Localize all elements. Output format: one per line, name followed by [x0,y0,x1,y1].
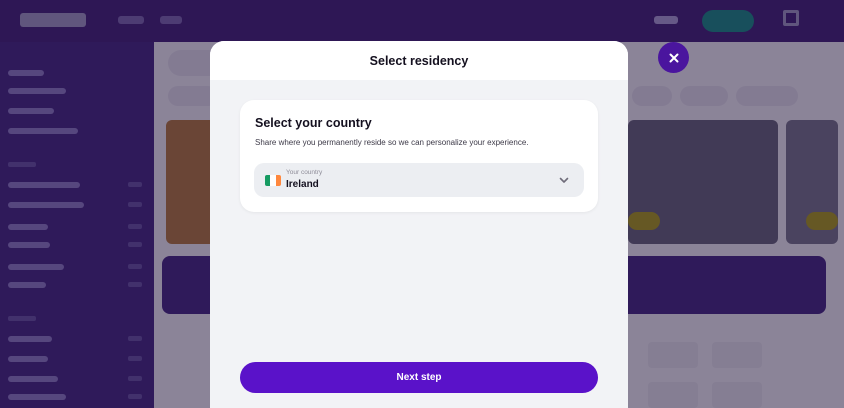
close-button[interactable] [658,42,689,73]
country-select[interactable]: Your country Ireland [254,163,584,197]
close-icon [669,53,678,62]
next-step-button[interactable]: Next step [240,362,598,393]
residency-modal: Select residency Select your country Sha… [210,41,628,408]
country-select-label: Your country [286,169,323,176]
ireland-flag-icon [265,175,281,186]
country-select-value: Ireland [286,179,319,190]
card-heading: Select your country [255,116,372,130]
chevron-down-icon [559,177,569,183]
modal-header: Select residency [210,41,628,80]
country-card: Select your country Share where you perm… [240,100,598,212]
modal-title: Select residency [369,53,469,68]
card-description: Share where you permanently reside so we… [255,138,529,147]
